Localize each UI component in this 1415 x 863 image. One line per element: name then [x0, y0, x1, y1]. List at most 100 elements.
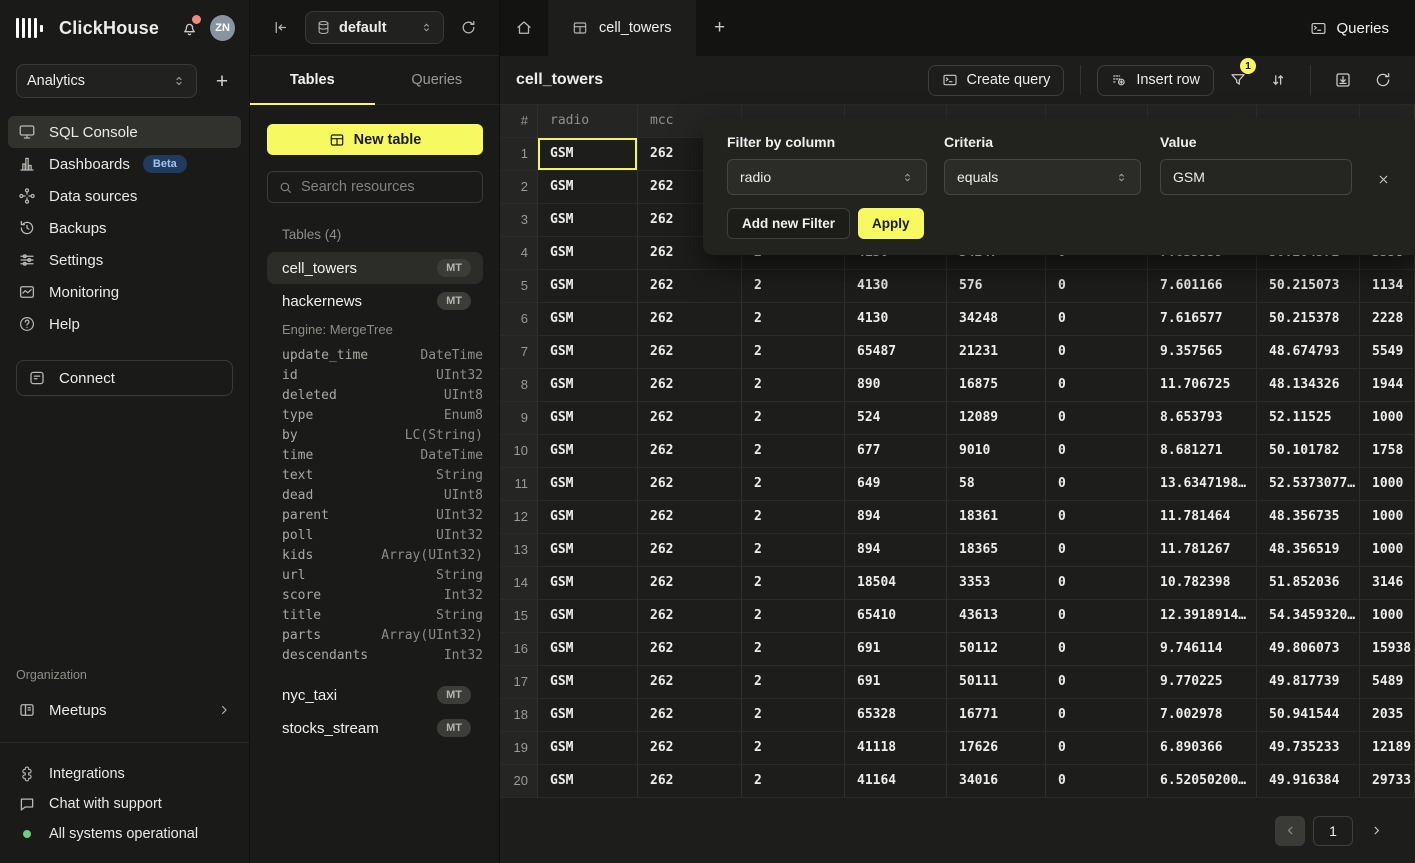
add-new-filter-button[interactable]: Add new Filter — [727, 208, 850, 239]
grid-cell[interactable]: GSM — [538, 534, 638, 567]
avatar[interactable]: ZN — [210, 15, 235, 41]
grid-cell[interactable]: 8.653793 — [1148, 402, 1257, 435]
row-number[interactable]: 13 — [500, 534, 538, 567]
grid-cell[interactable]: 5489 — [1360, 666, 1415, 699]
row-number[interactable]: 7 — [500, 336, 538, 369]
grid-cell[interactable]: 49.817739 — [1257, 666, 1360, 699]
grid-cell[interactable]: 34248 — [947, 303, 1046, 336]
sidebar-item-sql-console[interactable]: SQL Console — [8, 116, 241, 148]
grid-cell[interactable]: 649 — [845, 468, 947, 501]
row-number[interactable]: 14 — [500, 567, 538, 600]
grid-cell[interactable]: 890 — [845, 369, 947, 402]
grid-cell[interactable]: 894 — [845, 534, 947, 567]
sidebar-item-help[interactable]: Help — [8, 308, 241, 340]
row-number[interactable]: 19 — [500, 732, 538, 765]
tab-cell-towers[interactable]: cell_towers — [548, 0, 696, 56]
grid-cell[interactable]: 262 — [638, 765, 742, 798]
sidebar-item-settings[interactable]: Settings — [8, 244, 241, 276]
table-item-nyc_taxi[interactable]: nyc_taxiMT — [267, 679, 483, 711]
grid-cell[interactable]: 48.674793 — [1257, 336, 1360, 369]
grid-cell[interactable]: 34016 — [947, 765, 1046, 798]
table-item-cell_towers[interactable]: cell_towersMT — [267, 252, 483, 284]
grid-cell[interactable]: 2228 — [1360, 303, 1415, 336]
grid-cell[interactable]: 1758 — [1360, 435, 1415, 468]
grid-cell[interactable]: 0 — [1046, 600, 1148, 633]
grid-cell[interactable]: 2 — [742, 633, 845, 666]
grid-cell[interactable]: GSM — [538, 732, 638, 765]
filter-criteria-select[interactable]: equals — [944, 159, 1141, 195]
sidebar-item-status[interactable]: All systems operational — [8, 819, 241, 849]
grid-cell[interactable]: 262 — [638, 369, 742, 402]
sidebar-item-dashboards[interactable]: DashboardsBeta — [8, 148, 241, 180]
grid-cell[interactable]: 7.616577 — [1148, 303, 1257, 336]
grid-cell[interactable]: 0 — [1046, 633, 1148, 666]
grid-cell[interactable]: 2 — [742, 765, 845, 798]
grid-cell[interactable]: 262 — [638, 468, 742, 501]
new-table-button[interactable]: New table — [267, 124, 483, 155]
grid-cell[interactable]: 2 — [742, 402, 845, 435]
grid-cell[interactable]: 1000 — [1360, 600, 1415, 633]
grid-cell[interactable]: 262 — [638, 303, 742, 336]
connect-button[interactable]: Connect — [16, 360, 233, 396]
grid-cell[interactable]: GSM — [538, 567, 638, 600]
grid-cell[interactable]: 51.852036 — [1257, 567, 1360, 600]
home-tab[interactable] — [500, 0, 548, 56]
grid-cell[interactable]: 2 — [742, 270, 845, 303]
row-number[interactable]: 1 — [500, 138, 538, 171]
grid-cell[interactable]: 0 — [1046, 270, 1148, 303]
grid-cell[interactable]: 7.601166 — [1148, 270, 1257, 303]
grid-cell[interactable]: 8.681271 — [1148, 435, 1257, 468]
grid-cell[interactable]: 65328 — [845, 699, 947, 732]
grid-cell[interactable]: 262 — [638, 699, 742, 732]
grid-cell[interactable]: 0 — [1046, 402, 1148, 435]
grid-cell[interactable]: 1000 — [1360, 501, 1415, 534]
grid-cell[interactable]: 50.215073 — [1257, 270, 1360, 303]
row-number[interactable]: 3 — [500, 204, 538, 237]
grid-cell[interactable]: 16875 — [947, 369, 1046, 402]
grid-cell[interactable]: 50111 — [947, 666, 1046, 699]
grid-cell[interactable]: 2 — [742, 303, 845, 336]
next-page-button[interactable] — [1361, 816, 1391, 846]
refresh-tables-button[interactable] — [460, 19, 477, 36]
prev-page-button[interactable] — [1275, 816, 1305, 846]
grid-cell[interactable]: 58 — [947, 468, 1046, 501]
grid-cell[interactable]: 2035 — [1360, 699, 1415, 732]
grid-cell[interactable]: GSM — [538, 633, 638, 666]
grid-cell[interactable]: 0 — [1046, 369, 1148, 402]
grid-cell[interactable]: GSM — [538, 138, 638, 171]
grid-cell[interactable]: 262 — [638, 666, 742, 699]
grid-cell[interactable]: 49.916384 — [1257, 765, 1360, 798]
grid-cell[interactable]: 17626 — [947, 732, 1046, 765]
grid-cell[interactable]: 12189 — [1360, 732, 1415, 765]
grid-cell[interactable]: 11.781267 — [1148, 534, 1257, 567]
grid-cell[interactable]: 2 — [742, 699, 845, 732]
table-item-stocks_stream[interactable]: stocks_streamMT — [267, 712, 483, 744]
grid-cell[interactable]: 1944 — [1360, 369, 1415, 402]
table-item-hackernews[interactable]: hackernewsMT — [267, 285, 483, 317]
grid-cell[interactable]: 4130 — [845, 303, 947, 336]
grid-cell[interactable]: 50.215378 — [1257, 303, 1360, 336]
grid-cell[interactable]: GSM — [538, 765, 638, 798]
row-number[interactable]: 20 — [500, 765, 538, 798]
grid-cell[interactable]: 43613 — [947, 600, 1046, 633]
grid-cell[interactable]: 2 — [742, 534, 845, 567]
grid-cell[interactable]: 262 — [638, 501, 742, 534]
grid-cell[interactable]: 21231 — [947, 336, 1046, 369]
grid-cell[interactable]: 0 — [1046, 732, 1148, 765]
grid-cell[interactable]: 65487 — [845, 336, 947, 369]
sidebar-item-integrations[interactable]: Integrations — [8, 759, 241, 789]
grid-cell[interactable]: 576 — [947, 270, 1046, 303]
grid-cell[interactable]: 1000 — [1360, 402, 1415, 435]
grid-cell[interactable]: 12089 — [947, 402, 1046, 435]
grid-cell[interactable]: 12.3918914… — [1148, 600, 1257, 633]
grid-cell[interactable]: 0 — [1046, 567, 1148, 600]
grid-cell[interactable]: 262 — [638, 600, 742, 633]
grid-cell[interactable]: GSM — [538, 303, 638, 336]
grid-cell[interactable]: 677 — [845, 435, 947, 468]
search-input[interactable] — [301, 179, 472, 195]
grid-cell[interactable]: 262 — [638, 402, 742, 435]
grid-cell[interactable]: 3146 — [1360, 567, 1415, 600]
grid-cell[interactable]: 48.134326 — [1257, 369, 1360, 402]
grid-cell[interactable]: 0 — [1046, 435, 1148, 468]
grid-cell[interactable]: 52.11525 — [1257, 402, 1360, 435]
